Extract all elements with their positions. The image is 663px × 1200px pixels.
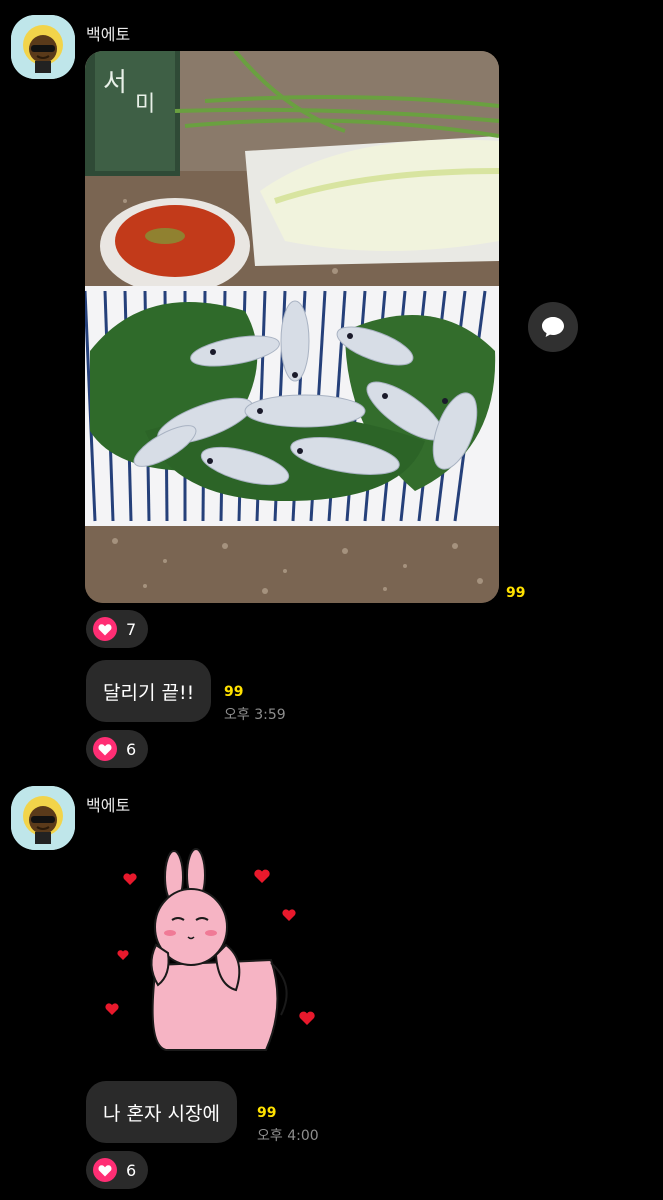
- message-time: 오후 4:00: [257, 1128, 319, 1144]
- avatar-character-icon: [11, 15, 75, 79]
- heart-icon: [93, 1158, 117, 1182]
- unread-count: 99: [506, 585, 526, 601]
- heart-icon: [93, 737, 117, 761]
- photo-image: 서 미: [85, 51, 499, 603]
- sender-avatar[interactable]: [11, 786, 75, 850]
- unread-count: 99: [257, 1105, 277, 1121]
- sender-name: 백에토: [86, 796, 131, 815]
- reaction-pill[interactable]: 6: [86, 1151, 149, 1189]
- sender-name: 백에토: [86, 25, 131, 44]
- reaction-count: 6: [126, 1160, 137, 1180]
- svg-text:서: 서: [103, 68, 127, 98]
- unread-count: 99: [224, 684, 244, 700]
- reaction-pill[interactable]: 6: [86, 730, 149, 768]
- message-bubble[interactable]: 나 혼자 시장에: [86, 1081, 237, 1143]
- reaction-pill[interactable]: 7: [86, 610, 149, 648]
- avatar-character-icon: [11, 786, 75, 850]
- comment-icon: [542, 317, 564, 337]
- shared-photo[interactable]: 서 미: [85, 51, 499, 603]
- message-bubble[interactable]: 달리기 끝!!: [86, 660, 212, 722]
- svg-text:미: 미: [135, 92, 155, 117]
- message-time: 오후 3:59: [224, 707, 286, 723]
- heart-icon: [93, 617, 117, 641]
- emoticon-sticker[interactable]: [96, 845, 316, 1055]
- reaction-count: 7: [126, 619, 137, 639]
- pink-bunny-sticker-icon: [105, 848, 315, 1051]
- comment-button[interactable]: [528, 302, 578, 352]
- reaction-count: 6: [126, 739, 137, 759]
- sender-avatar[interactable]: [11, 15, 75, 79]
